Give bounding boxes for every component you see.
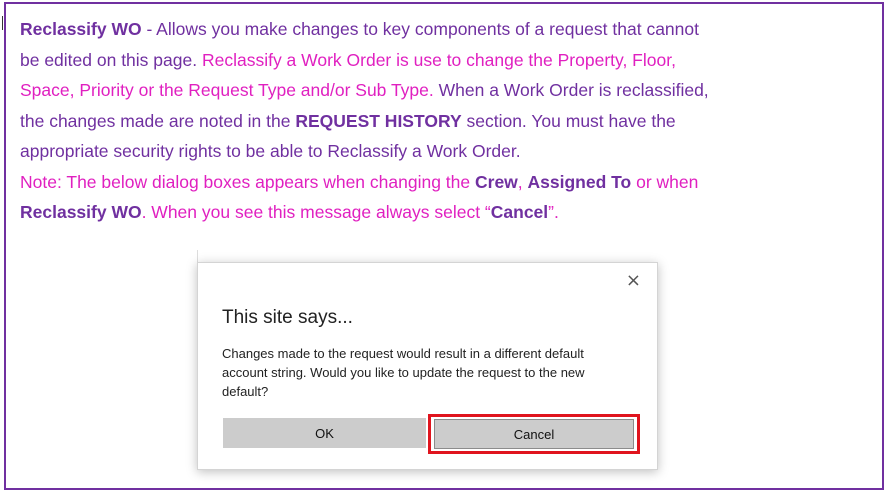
cancel-label: Cancel xyxy=(490,202,549,222)
text-span: When a Work Order is reclassified, xyxy=(433,80,709,100)
reclassify-heading: Reclassify WO xyxy=(20,19,142,39)
reclassify-wo-label: Reclassify WO xyxy=(20,202,142,222)
close-icon[interactable]: × xyxy=(626,272,641,290)
text-span: - Allows you make changes to key compone… xyxy=(141,19,699,39)
note-text: or when xyxy=(631,171,699,192)
text-span: the changes made are noted in the xyxy=(20,110,296,131)
text-span: section. You must have the xyxy=(461,110,676,131)
request-history-label: REQUEST HISTORY xyxy=(295,110,462,131)
text-span-highlight: Reclassify a Work Order is use to change… xyxy=(201,49,676,70)
crew-label: Crew xyxy=(475,171,518,192)
dialog-message: Changes made to the request would result… xyxy=(222,346,585,399)
screenshot-edge xyxy=(197,250,198,262)
note-text: . When you see this message always selec… xyxy=(141,202,491,222)
note-text: Note: The below dialog boxes appears whe… xyxy=(20,171,475,192)
text-span-highlight: Space, Priority or the Request Type and/… xyxy=(20,80,434,100)
text-span: appropriate security rights to be able t… xyxy=(20,141,521,161)
instruction-paragraph: Reclassify WO - Allows you make changes … xyxy=(20,14,870,228)
text-span: be edited on this page. xyxy=(20,49,202,70)
frame-marker xyxy=(2,16,3,30)
assigned-to-label: Assigned To xyxy=(527,171,632,192)
dialog-title: This site says... xyxy=(222,307,353,328)
note-text: , xyxy=(517,171,528,192)
ok-button[interactable]: OK xyxy=(223,418,426,448)
note-text: ”. xyxy=(548,202,559,222)
cancel-highlight-box: Cancel xyxy=(428,414,640,454)
cancel-button[interactable]: Cancel xyxy=(434,419,634,449)
confirm-dialog: × This site says... Changes made to the … xyxy=(197,262,658,470)
